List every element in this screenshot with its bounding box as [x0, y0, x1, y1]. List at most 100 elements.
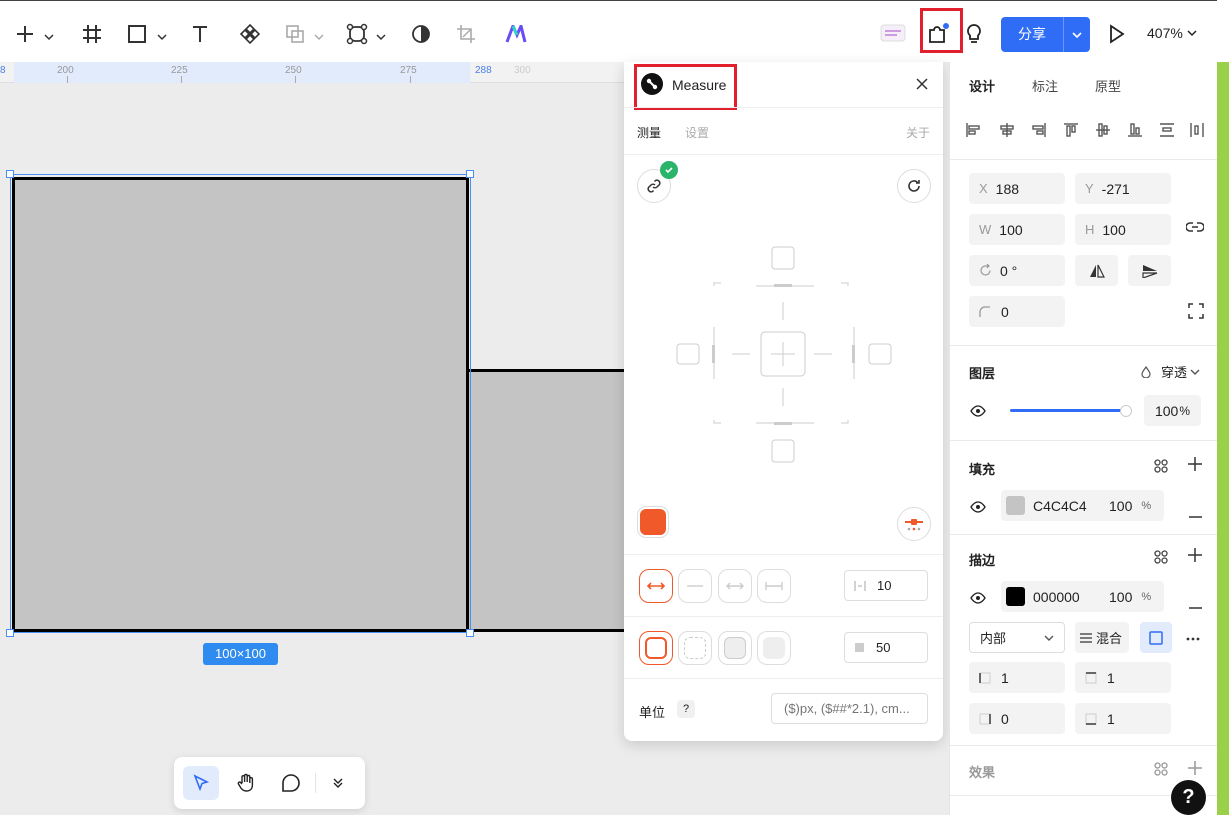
eye-icon[interactable]: [970, 404, 986, 422]
design-canvas[interactable]: 100×100: [0, 84, 624, 815]
line-style-arrows-button[interactable]: [639, 569, 673, 603]
independent-corners-icon[interactable]: [1188, 303, 1204, 324]
opacity-slider-thumb[interactable]: [1120, 405, 1132, 417]
fill-color-field[interactable]: C4C4C4 100 %: [1001, 490, 1164, 521]
stroke-mix-button[interactable]: 混合: [1075, 622, 1129, 653]
close-icon[interactable]: [916, 78, 928, 93]
line-style-plain-button[interactable]: [678, 569, 712, 603]
tab-design[interactable]: 设计: [969, 76, 995, 95]
more-tools-button[interactable]: [321, 766, 355, 800]
resize-handle[interactable]: [6, 170, 14, 178]
stroke-left-field[interactable]: 1: [969, 662, 1065, 693]
unit-input[interactable]: [771, 693, 928, 724]
share-dropdown-button[interactable]: [1063, 17, 1090, 52]
frame-icon[interactable]: [79, 21, 105, 47]
crop-icon[interactable]: [453, 21, 479, 47]
x-field[interactable]: X 188: [969, 173, 1065, 204]
tab-annotate[interactable]: 标注: [1032, 76, 1058, 95]
radius-input[interactable]: 50: [844, 632, 928, 663]
style-toggle-button[interactable]: [897, 507, 931, 541]
eye-icon[interactable]: [970, 591, 986, 609]
scroll-strip-top: [1217, 0, 1229, 62]
effects-section-title: 效果: [969, 765, 996, 780]
style-library-icon[interactable]: [1154, 550, 1168, 569]
unit-label: 单位: [639, 705, 666, 720]
chevron-down-icon[interactable]: [157, 30, 167, 41]
resize-handle[interactable]: [6, 629, 14, 637]
boolean-icon[interactable]: [282, 21, 308, 47]
line-style-caps-button[interactable]: [757, 569, 791, 603]
corner-radius-field[interactable]: 0: [969, 296, 1065, 327]
more-options-icon[interactable]: [1186, 628, 1200, 646]
color-swatch-button[interactable]: [638, 507, 668, 537]
chevron-down-icon[interactable]: [314, 30, 324, 41]
chevron-down-icon[interactable]: [376, 30, 386, 41]
tab-measure[interactable]: 测量: [637, 124, 661, 141]
add-icon[interactable]: [12, 21, 38, 47]
opacity-field[interactable]: 100%: [1144, 395, 1201, 426]
hand-tool-button[interactable]: [229, 766, 263, 800]
text-icon[interactable]: [187, 21, 213, 47]
rectangle-icon[interactable]: [124, 21, 150, 47]
style-library-icon[interactable]: [1154, 762, 1168, 781]
stroke-position-dropdown[interactable]: 内部: [969, 622, 1065, 653]
tab-prototype[interactable]: 原型: [1095, 76, 1121, 95]
add-stroke-icon[interactable]: [1188, 548, 1202, 567]
stroke-top-field[interactable]: 1: [1075, 662, 1171, 693]
component-icon[interactable]: [237, 21, 263, 47]
vector-edit-icon[interactable]: [344, 21, 370, 47]
ai-logo-icon[interactable]: [503, 21, 529, 47]
corner-style-2-button[interactable]: [678, 631, 712, 665]
share-button[interactable]: 分享: [1001, 17, 1090, 52]
add-fill-icon[interactable]: [1188, 457, 1202, 476]
rectangle-layer[interactable]: [469, 369, 624, 632]
corner-style-4-button[interactable]: [757, 631, 791, 665]
fill-color-swatch[interactable]: [1006, 496, 1025, 515]
distribute-vertical-icon: [1160, 123, 1174, 137]
corner-style-3-button[interactable]: [718, 631, 752, 665]
corner-style-1-button[interactable]: [639, 631, 673, 665]
flip-vertical-button[interactable]: [1128, 255, 1171, 286]
line-style-open-arrows-button[interactable]: [718, 569, 752, 603]
individual-strokes-button[interactable]: [1140, 622, 1172, 653]
add-effect-icon[interactable]: [1188, 761, 1202, 780]
resize-handle[interactable]: [466, 170, 474, 178]
refresh-button[interactable]: [897, 169, 931, 203]
spacing-input[interactable]: 10: [844, 570, 928, 601]
stroke-right-field[interactable]: 0: [969, 703, 1065, 734]
help-button[interactable]: ?: [1171, 780, 1206, 815]
height-field[interactable]: H 100: [1075, 214, 1171, 245]
remove-fill-icon[interactable]: [1189, 505, 1202, 523]
mask-icon[interactable]: [408, 21, 434, 47]
measure-position-diagram[interactable]: [674, 242, 894, 467]
alignment-toolbar[interactable]: [965, 122, 1205, 138]
y-field[interactable]: Y -271: [1075, 173, 1171, 204]
tab-settings[interactable]: 设置: [685, 124, 709, 141]
remove-stroke-icon[interactable]: [1189, 596, 1202, 614]
opacity-slider[interactable]: [1010, 409, 1126, 412]
stroke-bottom-field[interactable]: 1: [1075, 703, 1171, 734]
lightbulb-icon[interactable]: [961, 21, 987, 47]
blend-mode-dropdown[interactable]: 穿透: [1141, 362, 1200, 381]
resize-handle[interactable]: [466, 629, 474, 637]
tab-about[interactable]: 关于: [906, 124, 930, 141]
flip-horizontal-button[interactable]: [1075, 255, 1118, 286]
chevron-down-icon[interactable]: [44, 30, 54, 41]
unit-help-icon[interactable]: ?: [677, 700, 695, 718]
constrain-proportions-icon[interactable]: [1185, 220, 1205, 239]
align-left-icon: [966, 123, 980, 137]
eye-icon[interactable]: [970, 500, 986, 518]
spacing-icon: [854, 580, 866, 591]
message-board-icon[interactable]: [879, 21, 907, 47]
zoom-dropdown[interactable]: 407%: [1147, 25, 1197, 41]
divider: [624, 154, 943, 155]
style-library-icon[interactable]: [1154, 459, 1168, 478]
select-tool-button[interactable]: [183, 766, 219, 800]
rotation-field[interactable]: 0 °: [969, 255, 1065, 286]
stroke-color-swatch[interactable]: [1006, 587, 1025, 606]
stroke-color-field[interactable]: 000000 100 %: [1001, 581, 1164, 612]
width-field[interactable]: W 100: [969, 214, 1065, 245]
align-right-icon: [1032, 123, 1046, 137]
play-icon[interactable]: [1103, 21, 1129, 47]
comment-tool-button[interactable]: [274, 766, 308, 800]
